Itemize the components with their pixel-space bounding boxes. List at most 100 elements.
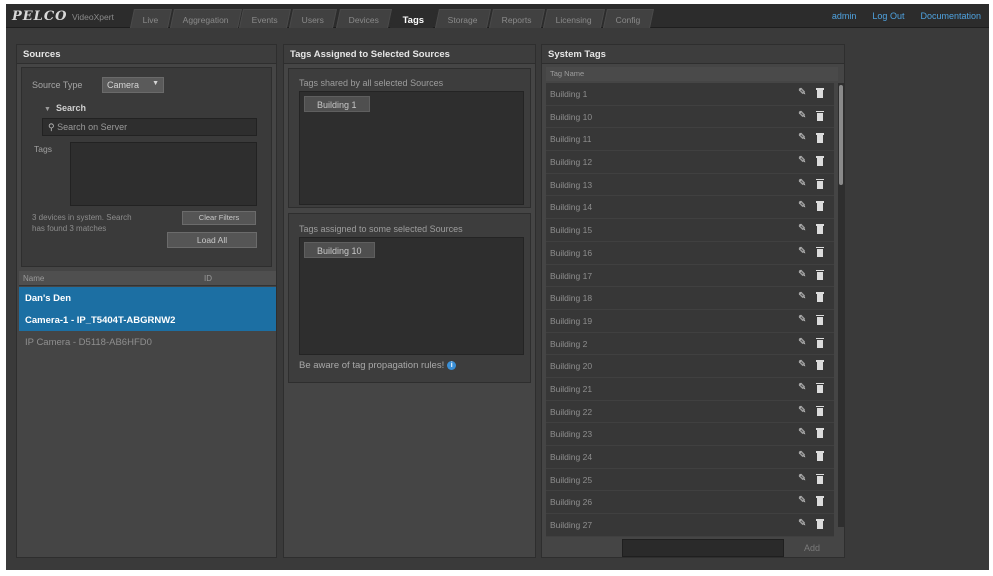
trash-icon[interactable]	[816, 133, 824, 144]
system-tag-row[interactable]: Building 2 ✎	[546, 332, 834, 356]
clear-filters-button[interactable]: Clear Filters	[182, 211, 256, 225]
pencil-icon[interactable]: ✎	[798, 110, 806, 121]
tag-name: Building 12	[550, 157, 593, 168]
info-icon[interactable]: i	[447, 361, 457, 370]
pencil-icon[interactable]: ✎	[798, 314, 806, 325]
pencil-icon[interactable]: ✎	[798, 178, 806, 189]
system-tag-row[interactable]: Building 22 ✎	[546, 400, 834, 424]
add-tag-button[interactable]: Add	[792, 541, 832, 555]
tag-name: Building 18	[550, 293, 593, 304]
tab-reports[interactable]: Reports	[489, 9, 545, 28]
pencil-icon[interactable]: ✎	[798, 359, 806, 370]
pencil-icon[interactable]: ✎	[798, 223, 806, 234]
tab-events[interactable]: Events	[239, 9, 292, 28]
system-tag-row[interactable]: Building 25 ✎	[546, 468, 834, 492]
pencil-icon[interactable]: ✎	[798, 269, 806, 280]
search-toggle[interactable]: ▼ Search	[44, 103, 86, 113]
trash-icon[interactable]	[816, 246, 824, 257]
system-tag-row[interactable]: Building 12 ✎	[546, 151, 834, 174]
pencil-icon[interactable]: ✎	[798, 200, 806, 211]
tab-licensing[interactable]: Licensing	[542, 9, 605, 28]
source-type-select[interactable]: Camera ▼	[102, 77, 164, 93]
system-tag-row[interactable]: Building 13 ✎	[546, 173, 834, 197]
tab-config[interactable]: Config	[602, 9, 654, 28]
new-tag-input[interactable]	[622, 539, 784, 557]
system-tag-row[interactable]: Building 1 ✎	[546, 83, 834, 106]
column-name-header[interactable]: Name	[23, 274, 44, 283]
tag-chip[interactable]: Building 1	[304, 96, 370, 112]
system-tag-row[interactable]: Building 24 ✎	[546, 446, 834, 469]
trash-icon[interactable]	[816, 269, 824, 280]
search-input[interactable]: ⚲ Search on Server	[42, 118, 257, 136]
trash-icon[interactable]	[816, 382, 824, 393]
trash-icon[interactable]	[816, 292, 824, 303]
system-tag-row[interactable]: Building 20 ✎	[546, 355, 834, 378]
system-tag-row[interactable]: Building 26 ✎	[546, 491, 834, 515]
system-tag-row[interactable]: Building 15 ✎	[546, 219, 834, 242]
system-tag-row[interactable]: Building 23 ✎	[546, 423, 834, 446]
tag-name: Building 26	[550, 497, 593, 508]
trash-icon[interactable]	[816, 178, 824, 189]
documentation-link[interactable]: Documentation	[920, 11, 981, 21]
load-all-button[interactable]: Load All	[167, 232, 257, 248]
pencil-icon[interactable]: ✎	[798, 337, 806, 348]
trash-icon[interactable]	[816, 201, 824, 212]
system-tag-row[interactable]: Building 27 ✎	[546, 514, 834, 537]
system-tag-row[interactable]: Building 16 ✎	[546, 241, 834, 265]
shared-tags-area[interactable]: Building 1	[299, 91, 524, 205]
pencil-icon[interactable]: ✎	[798, 87, 806, 98]
sources-table-header: Name ID	[19, 271, 276, 286]
trash-icon[interactable]	[816, 88, 824, 98]
trash-icon[interactable]	[816, 473, 824, 484]
tab-users[interactable]: Users	[289, 9, 338, 28]
tab-storage[interactable]: Storage	[435, 9, 492, 28]
tag-name: Building 20	[550, 361, 593, 372]
tab-aggregation[interactable]: Aggregation	[169, 9, 242, 28]
pencil-icon[interactable]: ✎	[798, 246, 806, 257]
scrollbar-thumb[interactable]	[839, 85, 843, 185]
source-row[interactable]: IP Camera - D5118-AB6HFD0	[19, 331, 276, 353]
trash-icon[interactable]	[816, 405, 824, 416]
trash-icon[interactable]	[816, 428, 824, 439]
some-tags-area[interactable]: Building 10	[299, 237, 524, 355]
source-row[interactable]: Camera-1 - IP_T5404T-ABGRNW2	[19, 309, 276, 331]
tags-scrollbar[interactable]	[838, 83, 844, 527]
system-tag-row[interactable]: Building 14 ✎	[546, 196, 834, 220]
tab-devices[interactable]: Devices	[335, 9, 392, 28]
pencil-icon[interactable]: ✎	[798, 291, 806, 302]
pencil-icon[interactable]: ✎	[798, 495, 806, 506]
trash-icon[interactable]	[816, 156, 824, 167]
system-tag-row[interactable]: Building 21 ✎	[546, 377, 834, 401]
trash-icon[interactable]	[816, 496, 824, 507]
pencil-icon[interactable]: ✎	[798, 132, 806, 143]
pencil-icon[interactable]: ✎	[798, 450, 806, 461]
trash-icon[interactable]	[816, 110, 824, 121]
trash-icon[interactable]	[816, 451, 824, 461]
logout-link[interactable]: Log Out	[872, 11, 904, 21]
column-id-header[interactable]: ID	[204, 274, 212, 283]
tags-filter-area[interactable]	[70, 142, 257, 206]
pencil-icon[interactable]: ✎	[798, 518, 806, 529]
pencil-icon[interactable]: ✎	[798, 382, 806, 393]
trash-icon[interactable]	[816, 519, 824, 530]
system-tag-row[interactable]: Building 11 ✎	[546, 128, 834, 152]
pencil-icon[interactable]: ✎	[798, 473, 806, 484]
pencil-icon[interactable]: ✎	[798, 155, 806, 166]
system-tag-row[interactable]: Building 18 ✎	[546, 287, 834, 310]
trash-icon[interactable]	[816, 224, 824, 235]
tab-tags[interactable]: Tags	[389, 9, 438, 28]
system-tag-row[interactable]: Building 10 ✎	[546, 105, 834, 129]
source-type-value: Camera	[107, 80, 140, 90]
system-tag-row[interactable]: Building 19 ✎	[546, 309, 834, 333]
tab-live[interactable]: Live	[129, 9, 172, 28]
source-row[interactable]: Dan's Den	[19, 287, 276, 309]
trash-icon[interactable]	[816, 360, 824, 371]
admin-link[interactable]: admin	[832, 11, 857, 21]
tag-name-column-header[interactable]: Tag Name	[546, 67, 838, 81]
tag-chip[interactable]: Building 10	[304, 242, 375, 258]
pencil-icon[interactable]: ✎	[798, 405, 806, 416]
pencil-icon[interactable]: ✎	[798, 427, 806, 438]
system-tag-row[interactable]: Building 17 ✎	[546, 264, 834, 288]
trash-icon[interactable]	[816, 314, 824, 325]
trash-icon[interactable]	[816, 337, 824, 348]
